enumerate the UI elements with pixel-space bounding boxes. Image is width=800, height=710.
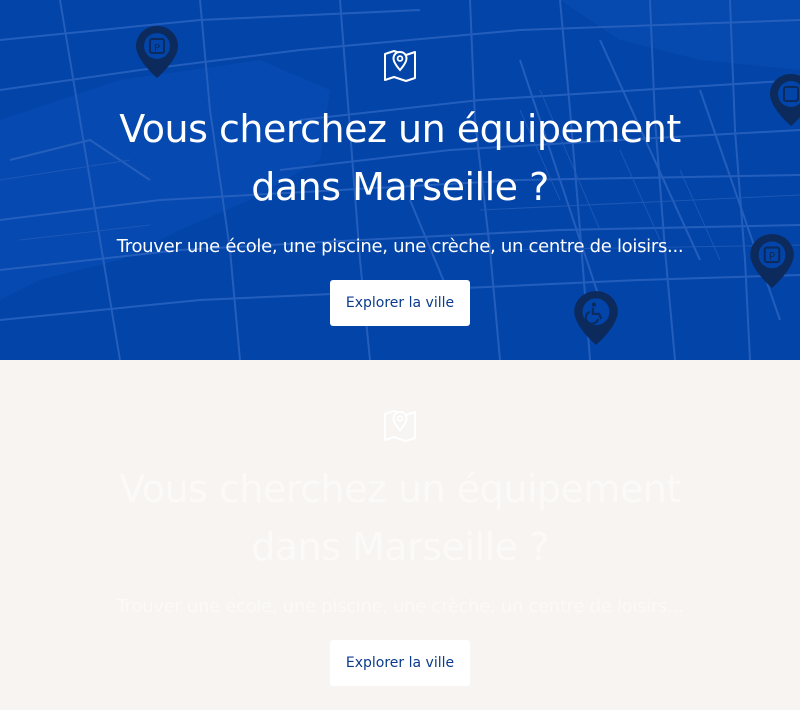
explore-city-button[interactable]: Explorer la ville bbox=[330, 280, 470, 326]
hero-banner-secondary: Vous cherchez un équipement dans Marseil… bbox=[0, 360, 800, 710]
hero-content: Vous cherchez un équipement dans Marseil… bbox=[0, 46, 800, 326]
hero-title: Vous cherchez un équipement dans Marseil… bbox=[119, 107, 681, 209]
explore-city-button-secondary[interactable]: Explorer la ville bbox=[330, 640, 470, 686]
hero-subtitle-secondary: Trouver une école, une piscine, une crèc… bbox=[116, 596, 684, 617]
map-location-icon bbox=[384, 50, 416, 82]
map-location-icon bbox=[384, 410, 416, 442]
hero-title-secondary: Vous cherchez un équipement dans Marseil… bbox=[119, 467, 681, 569]
hero-content-secondary: Vous cherchez un équipement dans Marseil… bbox=[0, 406, 800, 686]
hero-subtitle: Trouver une école, une piscine, une crèc… bbox=[116, 236, 684, 257]
hero-banner-primary: P P Vous cherchez un équipement dans Mar… bbox=[0, 0, 800, 360]
